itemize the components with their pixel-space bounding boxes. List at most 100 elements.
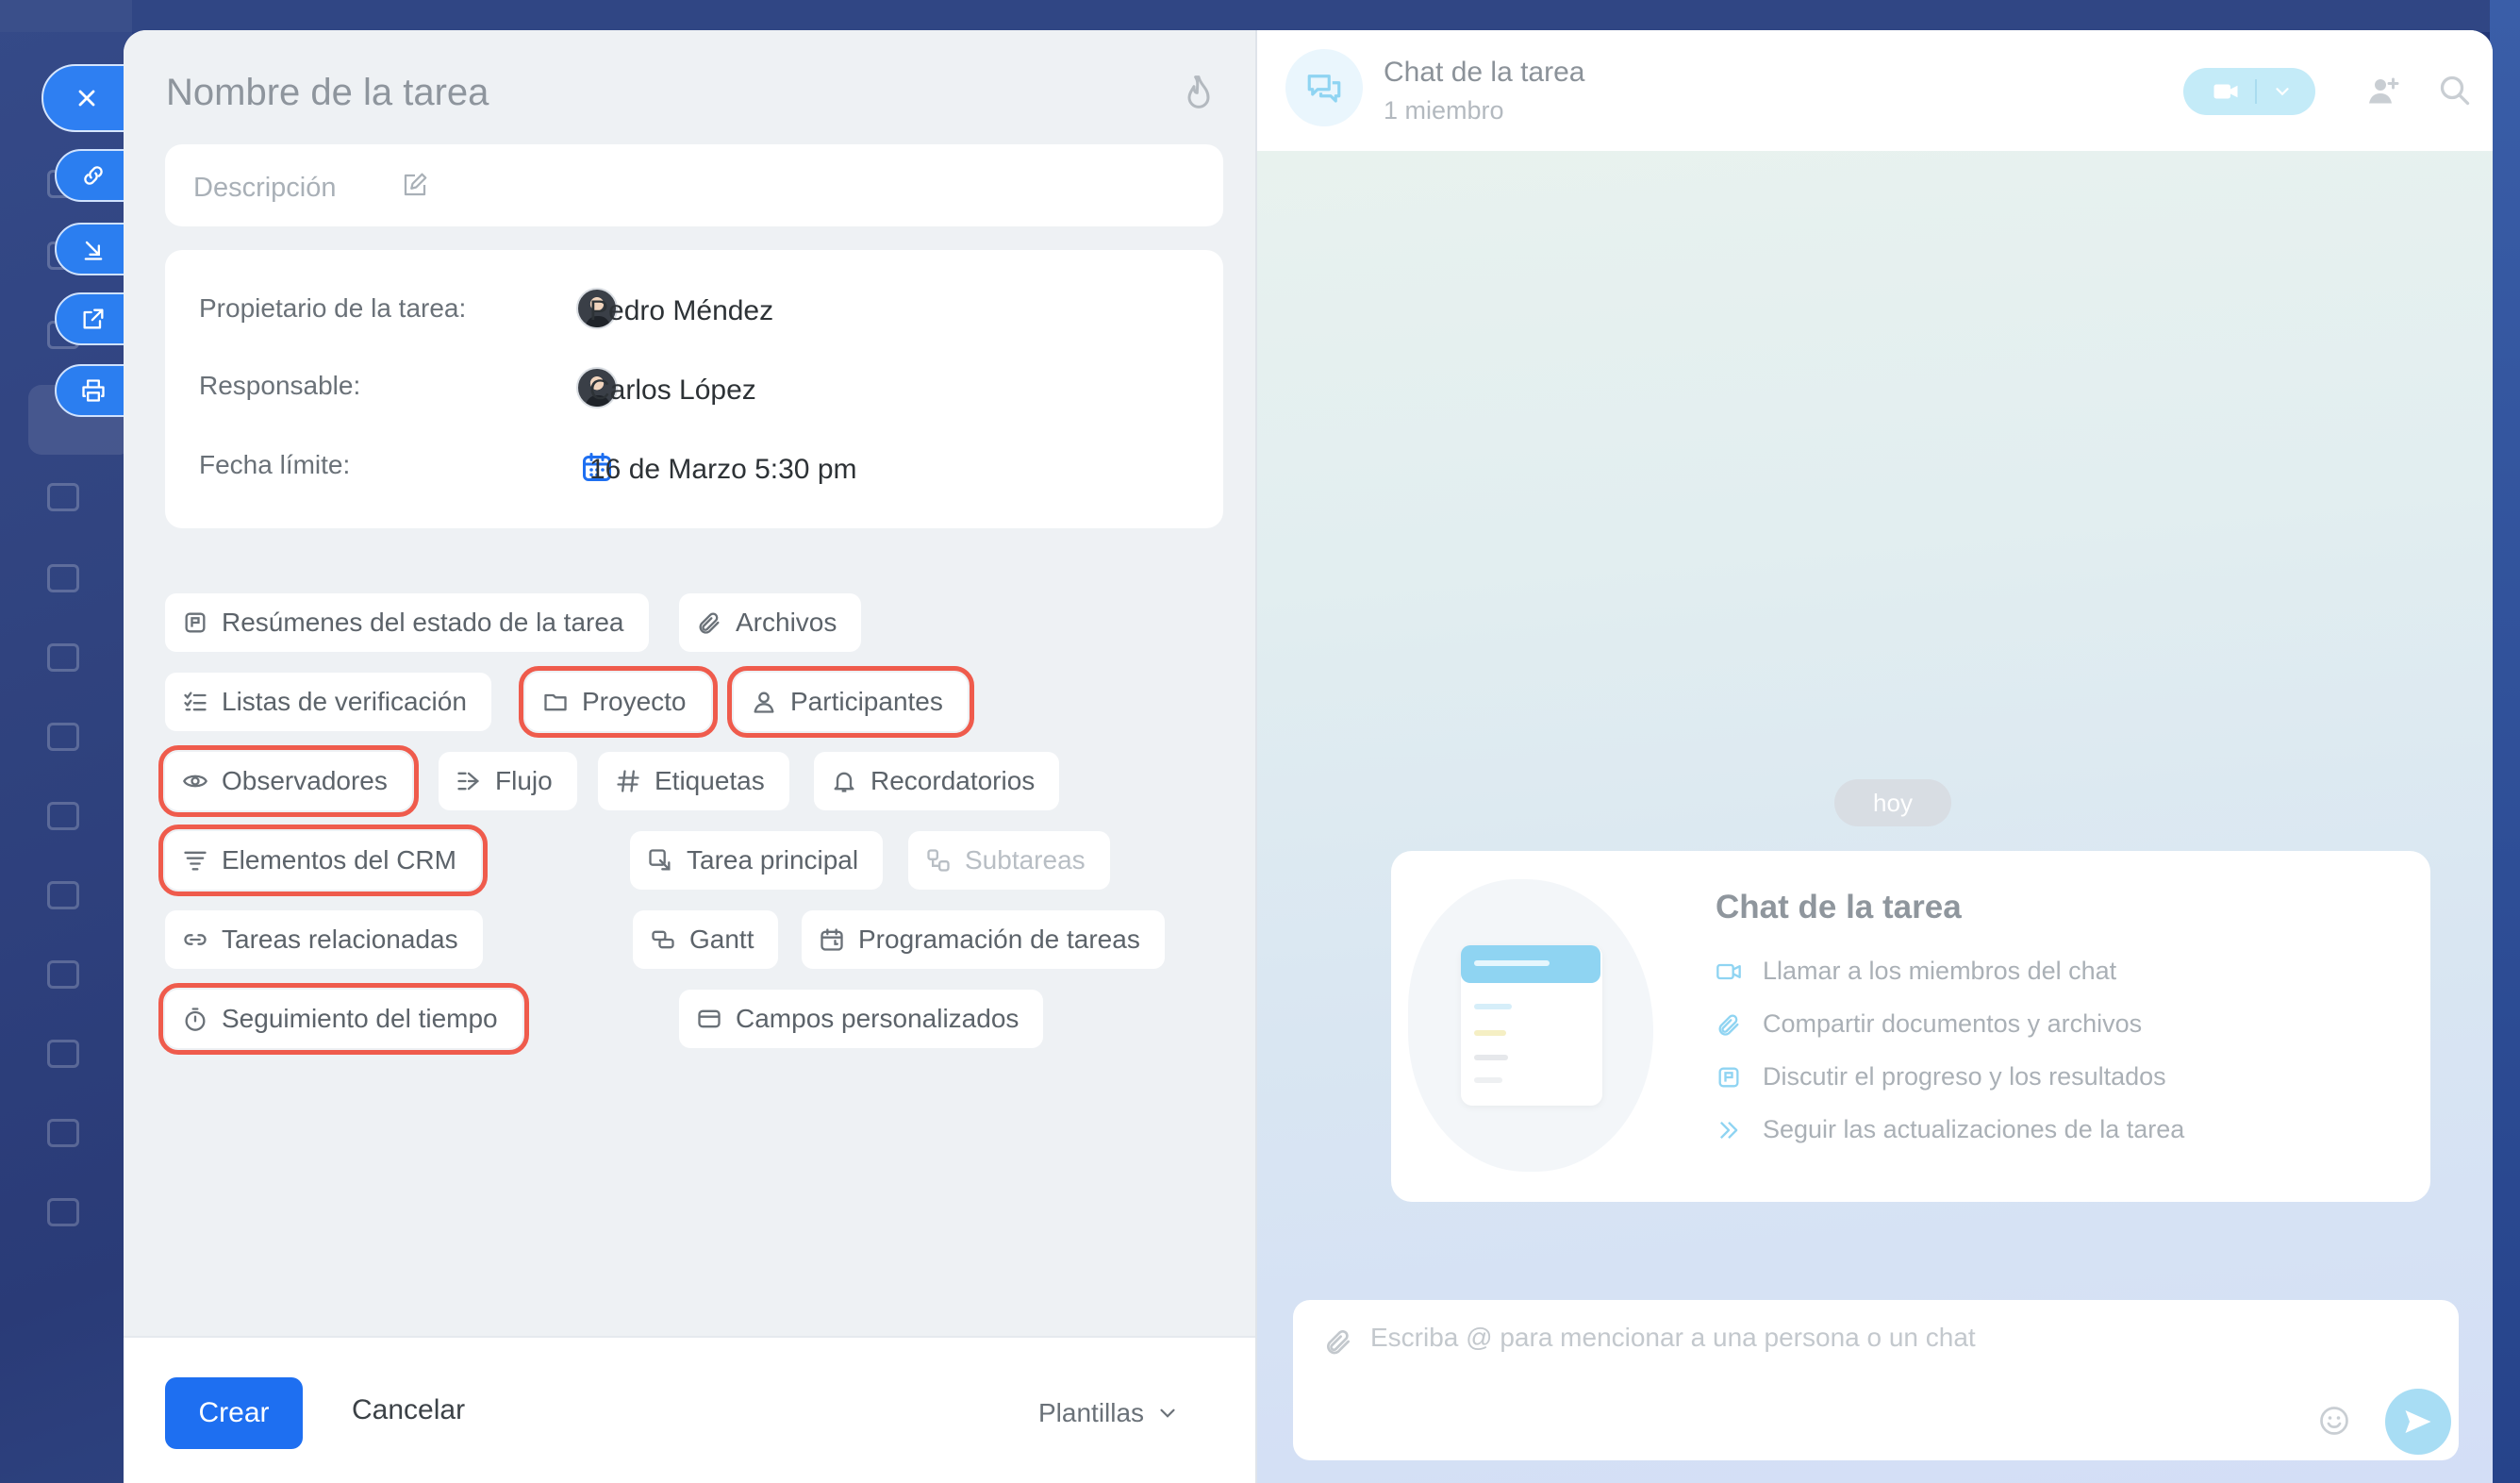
chip-reminders[interactable]: Recordatorios (814, 752, 1060, 810)
link-icon (84, 166, 103, 185)
description-field[interactable]: Descripción (165, 144, 1223, 226)
video-camera-icon (1716, 963, 1741, 979)
intro-item: Llamar a los miembros del chat (1716, 957, 2116, 986)
chip-label: Archivos (736, 608, 837, 637)
deadline-label: Fecha límite: (199, 450, 351, 479)
background-menu-icon (47, 1040, 79, 1068)
chevron-down-icon (1160, 1408, 1175, 1418)
description-placeholder: Descripción (193, 173, 337, 203)
folder-icon (544, 693, 567, 711)
task-form: Nombre de la tarea Descripción Propietar… (124, 30, 1255, 1483)
paperclip-icon[interactable] (1323, 1326, 1353, 1357)
close-icon (78, 90, 95, 107)
chip-custom-fields[interactable]: Campos personalizados (679, 990, 1044, 1048)
task-create-slider: Nombre de la tarea Descripción Propietar… (124, 30, 2493, 1483)
cancel-button[interactable]: Cancelar (352, 1394, 465, 1426)
checklist-icon (184, 692, 207, 711)
chat-title: Chat de la tarea (1384, 57, 1585, 88)
close-slider-button[interactable] (41, 64, 132, 132)
chip-task-scheduling[interactable]: Programación de tareas (802, 910, 1165, 969)
chip-label: Listas de verificación (222, 687, 467, 716)
minimize-button[interactable] (55, 223, 132, 275)
form-footer: Crear Cancelar Plantillas (124, 1336, 1255, 1483)
video-camera-icon (2213, 84, 2238, 99)
custom-field-icon (698, 1009, 721, 1028)
flow-icon (457, 772, 480, 791)
background-menu-icon (47, 483, 79, 511)
video-button-separator (2255, 79, 2257, 104)
chip-label: Observadores (222, 766, 388, 795)
intro-item: Discutir el progreso y los resultados (1716, 1062, 2166, 1091)
chip-participants[interactable]: Participantes (727, 666, 974, 738)
external-link-icon (83, 308, 104, 329)
gantt-icon (652, 930, 674, 949)
templates-dropdown[interactable]: Plantillas (1038, 1398, 1180, 1428)
subtasks-icon (927, 849, 950, 872)
calendar-clock-icon (821, 928, 843, 951)
chip-label: Tareas relacionadas (222, 925, 458, 954)
background-menu-icon (47, 1198, 79, 1226)
parent-task-icon (649, 849, 671, 871)
chip-gantt[interactable]: Gantt (633, 910, 779, 969)
video-call-button[interactable] (2183, 68, 2315, 115)
chip-label: Elementos del CRM (222, 845, 456, 875)
intro-title: Chat de la tarea (1716, 889, 1962, 925)
chip-checklists[interactable]: Listas de verificación (165, 673, 491, 731)
double-chevron-right-icon (1720, 1121, 1738, 1139)
task-chat-panel: Chat de la tarea 1 miembro hoy Chat de l… (1257, 30, 2493, 1483)
chip-label: Tarea principal (687, 845, 859, 875)
chip-files[interactable]: Archivos (679, 593, 862, 652)
emoji-icon[interactable] (2317, 1404, 2351, 1438)
chip-label: Flujo (495, 766, 553, 795)
chip-tags[interactable]: Etiquetas (598, 752, 789, 810)
chip-status-summaries[interactable]: Resúmenes del estado de la tarea (165, 593, 649, 652)
chat-avatar (1285, 49, 1363, 126)
intro-item: Compartir documentos y archivos (1716, 1009, 2142, 1039)
background-menu-icon (47, 564, 79, 592)
chip-label: Participantes (790, 687, 943, 716)
copy-link-button[interactable] (55, 149, 132, 202)
open-new-window-button[interactable] (55, 292, 132, 345)
message-input[interactable] (1370, 1323, 2313, 1353)
responsible-name[interactable]: Carlos López (589, 375, 756, 407)
user-icon (754, 692, 774, 713)
paperclip-icon (699, 612, 720, 634)
search-icon[interactable] (2438, 74, 2472, 108)
chip-time-tracking[interactable]: Seguimiento del tiempo (158, 983, 529, 1055)
arrow-down-right-icon (84, 241, 103, 260)
chip-project[interactable]: Proyecto (519, 666, 718, 738)
chip-subtasks[interactable]: Subtareas (908, 831, 1110, 890)
intro-item-label: Llamar a los miembros del chat (1763, 957, 2117, 985)
funnel-icon (184, 851, 207, 871)
message-composer (1293, 1300, 2459, 1460)
intro-item-label: Compartir documentos y archivos (1763, 1009, 2143, 1038)
chip-label: Campos personalizados (736, 1004, 1020, 1033)
chevron-down-icon[interactable] (2272, 81, 2293, 102)
add-user-icon[interactable] (2366, 74, 2400, 108)
chip-label: Resúmenes del estado de la tarea (222, 608, 624, 637)
chat-member-count[interactable]: 1 miembro (1384, 96, 1504, 125)
chip-parent-task[interactable]: Tarea principal (630, 831, 884, 890)
chip-label: Subtareas (965, 845, 1086, 875)
chip-observers[interactable]: Observadores (158, 745, 419, 817)
owner-name[interactable]: Pedro Méndez (589, 295, 773, 327)
intro-item-label: Discutir el progreso y los resultados (1763, 1062, 2166, 1091)
deadline-value[interactable]: 16 de Marzo 5:30 pm (589, 454, 857, 486)
send-icon (2405, 1410, 2431, 1433)
flag-square-icon (185, 612, 206, 633)
chip-flow[interactable]: Flujo (439, 752, 577, 810)
intro-item-label: Seguir las actualizaciones de la tarea (1763, 1115, 2185, 1143)
chat-intro-card: Chat de la tarea Llamar a los miembros d… (1391, 851, 2430, 1202)
owner-label: Propietario de la tarea: (199, 293, 467, 323)
background-topbar (0, 0, 2520, 32)
date-separator: hoy (1834, 779, 1951, 826)
send-button[interactable] (2385, 1389, 2451, 1455)
print-button[interactable] (55, 364, 132, 417)
task-name-input[interactable]: Nombre de la tarea (166, 72, 489, 114)
chip-related-tasks[interactable]: Tareas relacionadas (165, 910, 483, 969)
chip-crm-elements[interactable]: Elementos del CRM (158, 825, 488, 896)
create-button[interactable]: Crear (165, 1377, 303, 1449)
fire-icon[interactable] (1180, 74, 1218, 115)
chat-bubbles-icon (1307, 75, 1341, 103)
chat-header: Chat de la tarea 1 miembro (1257, 30, 2493, 151)
